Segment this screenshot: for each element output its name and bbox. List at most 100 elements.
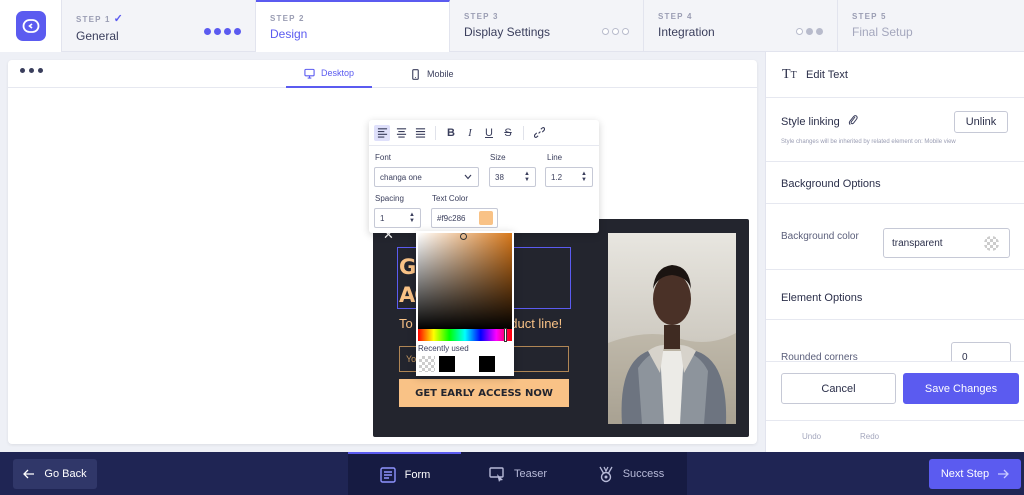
- recent-color-black[interactable]: [479, 356, 495, 372]
- save-changes-button[interactable]: Save Changes: [903, 373, 1019, 404]
- progress-dots: [602, 28, 629, 35]
- bold-icon[interactable]: B: [443, 125, 459, 141]
- step-final-setup[interactable]: STEP 5 Final Setup: [838, 0, 1014, 52]
- step-integration[interactable]: STEP 4 Integration: [644, 0, 838, 52]
- cancel-button[interactable]: Cancel: [781, 373, 896, 404]
- size-stepper[interactable]: 38 ▲ ▼: [489, 167, 536, 187]
- redo-button[interactable]: Redo: [860, 432, 879, 441]
- background-color-section: Background color transparent: [766, 204, 1024, 270]
- go-back-button[interactable]: Go Back: [13, 459, 97, 489]
- hue-slider[interactable]: [418, 328, 512, 342]
- tab-label: Teaser: [513, 467, 548, 480]
- get-early-access-button[interactable]: GET EARLY ACCESS NOW: [399, 379, 569, 407]
- recent-color-transparent[interactable]: [419, 356, 435, 372]
- step-general[interactable]: STEP 1 ✓ General: [62, 0, 256, 52]
- text-color-label: Text Color: [432, 194, 469, 203]
- align-center-icon[interactable]: [393, 125, 409, 141]
- stepper-arrows-icon[interactable]: ▲ ▼: [581, 171, 587, 183]
- progress-dots: [796, 28, 823, 35]
- step-display-settings[interactable]: STEP 3 Display Settings: [450, 0, 644, 52]
- subline-start: To: [399, 316, 413, 331]
- arrow-left-icon: [23, 469, 35, 479]
- tab-label: Desktop: [321, 68, 355, 78]
- background-color-label: Background color: [781, 231, 859, 242]
- bottom-bar: Go Back Form Teaser Success Next Step: [0, 452, 1024, 495]
- hue-handle[interactable]: [504, 328, 507, 342]
- strikethrough-icon[interactable]: S: [500, 125, 516, 141]
- step-title: Design: [270, 27, 308, 41]
- step-design[interactable]: STEP 2 Design: [256, 0, 450, 52]
- recent-color-white[interactable]: [459, 356, 475, 372]
- background-options-section: Background Options: [766, 162, 1024, 204]
- size-label: Size: [490, 153, 506, 162]
- color-swatch[interactable]: [479, 211, 493, 225]
- style-linking-title: Style linking: [781, 116, 840, 128]
- saturation-area[interactable]: [418, 233, 512, 329]
- tab-label: Mobile: [427, 69, 454, 79]
- step-number: STEP 1: [76, 15, 111, 24]
- tab-mobile[interactable]: Mobile: [392, 60, 472, 88]
- link-icon[interactable]: [531, 125, 547, 141]
- transparent-swatch[interactable]: [984, 236, 999, 251]
- align-left-icon[interactable]: [374, 124, 390, 141]
- spacing-label: Spacing: [375, 194, 404, 203]
- rounded-corners-label: Rounded corners: [781, 352, 858, 362]
- font-value: changa one: [380, 173, 422, 182]
- undo-button[interactable]: Undo: [802, 432, 821, 441]
- tab-label: Form: [404, 468, 431, 481]
- panel-title: Edit Text: [806, 69, 848, 81]
- stepper-arrows-icon[interactable]: ▲ ▼: [409, 212, 415, 224]
- background-color-value: transparent: [892, 238, 943, 249]
- spacing-value: 1: [380, 214, 385, 223]
- italic-icon[interactable]: I: [462, 125, 478, 141]
- tab-teaser[interactable]: Teaser: [461, 452, 574, 495]
- align-justify-icon[interactable]: [412, 125, 428, 141]
- style-linking-section: Style linking Unlink Style changes will …: [766, 98, 1024, 162]
- step-number: STEP 4: [658, 12, 693, 21]
- desktop-icon: [304, 68, 315, 79]
- text-format-icon: TT: [782, 67, 797, 82]
- model-photo: [608, 233, 736, 424]
- rounded-corners-field[interactable]: 0: [951, 342, 1011, 361]
- tab-form[interactable]: Form: [348, 452, 461, 495]
- text-format-toolbar: B I U S Font changa one Size 38 ▲ ▼ Line …: [369, 120, 599, 233]
- popup-subline[interactable]: To oduct line!: [399, 316, 562, 331]
- saturation-handle[interactable]: [460, 233, 467, 240]
- logo-container: [0, 0, 62, 52]
- underline-icon[interactable]: U: [481, 125, 497, 141]
- more-options-icon[interactable]: [20, 68, 43, 73]
- line-label: Line: [547, 153, 563, 162]
- stepper-arrows-icon[interactable]: ▲ ▼: [524, 171, 530, 183]
- mobile-icon: [412, 68, 419, 80]
- tab-desktop[interactable]: Desktop: [286, 60, 373, 88]
- panel-header: TT Edit Text: [766, 52, 1024, 98]
- paperclip-icon: [848, 115, 858, 125]
- app-logo-icon[interactable]: [15, 11, 46, 41]
- step-title: Final Setup: [852, 25, 913, 39]
- step-number: STEP 3: [464, 12, 499, 21]
- element-options-section: Element Options: [766, 270, 1024, 320]
- background-color-field[interactable]: transparent: [883, 228, 1010, 258]
- go-back-label: Go Back: [44, 468, 87, 480]
- font-label: Font: [375, 153, 392, 162]
- line-height-stepper[interactable]: 1.2 ▲ ▼: [545, 167, 593, 187]
- next-step-label: Next Step: [940, 468, 990, 480]
- form-icon: [379, 466, 396, 483]
- rounded-corners-row: Rounded corners 0: [766, 320, 1024, 362]
- next-step-button[interactable]: Next Step: [929, 459, 1021, 489]
- medal-icon: [599, 466, 613, 482]
- spacing-stepper[interactable]: 1 ▲ ▼: [374, 208, 421, 228]
- background-options-title: Background Options: [781, 178, 881, 190]
- unlink-button[interactable]: Unlink: [954, 111, 1008, 133]
- line-value: 1.2: [551, 173, 563, 182]
- step-number: STEP 2: [270, 14, 305, 23]
- tab-success[interactable]: Success: [574, 452, 687, 495]
- format-buttons: B I U S: [369, 120, 599, 146]
- recent-colors: [419, 356, 495, 372]
- chevron-down-icon: [464, 174, 472, 180]
- color-picker: Recently used: [416, 231, 514, 376]
- text-color-field[interactable]: #f9c286: [431, 208, 498, 228]
- font-select[interactable]: changa one: [374, 167, 479, 187]
- recent-color-black[interactable]: [439, 356, 455, 372]
- canvas-header: Desktop Mobile: [8, 60, 757, 88]
